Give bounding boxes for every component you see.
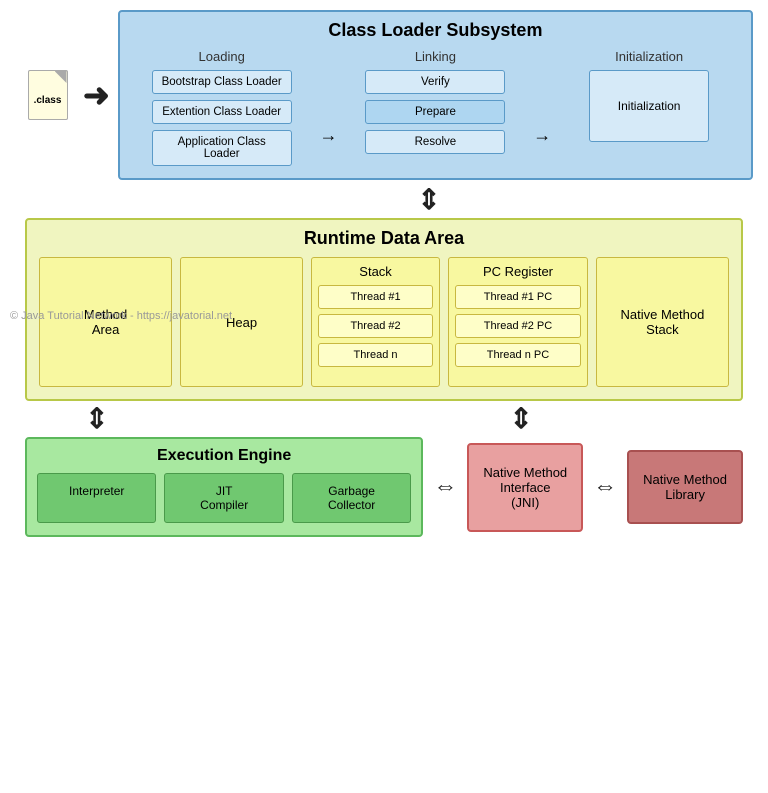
native-method-library: Native MethodLibrary bbox=[627, 450, 743, 524]
extention-class-loader: Extention Class Loader bbox=[152, 100, 292, 124]
classloader-title: Class Loader Subsystem bbox=[132, 20, 739, 41]
jit-compiler-box: JITCompiler bbox=[164, 473, 283, 523]
stack-thread-2: Thread #2 bbox=[318, 314, 433, 338]
stack-thread-n: Thread n bbox=[318, 343, 433, 367]
exec-to-jni-arrow: ⇔ bbox=[433, 473, 457, 501]
prepare-box: Prepare bbox=[365, 100, 505, 124]
loading-to-linking-arrow: → bbox=[320, 125, 338, 146]
garbage-collector-box: GarbageCollector bbox=[292, 473, 411, 523]
stack-section: Stack Thread #1 Thread #2 Thread n bbox=[311, 257, 440, 387]
class-file-label: .class bbox=[34, 95, 62, 106]
classloader-to-runtime-arrow: ⇕ bbox=[417, 186, 440, 214]
pc-thread-n: Thread n PC bbox=[455, 343, 581, 367]
jni-to-library-arrow: ⇔ bbox=[593, 473, 617, 501]
initialization-box: Initialization bbox=[589, 70, 709, 142]
arrow-to-classloader: ➜ bbox=[83, 76, 110, 114]
linking-to-init-arrow: → bbox=[533, 125, 551, 146]
native-interface-label: Native MethodInterface(JNI) bbox=[483, 465, 567, 510]
resolve-box: Resolve bbox=[365, 130, 505, 154]
stack-thread-1: Thread #1 bbox=[318, 285, 433, 309]
pc-register-section: PC Register Thread #1 PC Thread #2 PC Th… bbox=[448, 257, 588, 387]
native-method-stack-box: Native MethodStack bbox=[596, 257, 729, 387]
class-file-icon: .class bbox=[28, 70, 68, 120]
exec-engine-title: Execution Engine bbox=[37, 447, 411, 465]
method-area-box: MethodArea bbox=[39, 257, 172, 387]
verify-box: Verify bbox=[365, 70, 505, 94]
native-method-stack-label: Native MethodStack bbox=[621, 307, 705, 337]
interpreter-box: Interpreter bbox=[37, 473, 156, 523]
native-method-interface: Native MethodInterface(JNI) bbox=[467, 443, 583, 532]
runtime-to-native-arrow: ⇕ bbox=[509, 405, 532, 433]
watermark: © Java Tutorial Network - https://javato… bbox=[10, 310, 232, 322]
bootstrap-class-loader: Bootstrap Class Loader bbox=[152, 70, 292, 94]
native-library-label: Native MethodLibrary bbox=[643, 472, 727, 502]
runtime-title: Runtime Data Area bbox=[39, 228, 729, 249]
initialization-label: Initialization bbox=[615, 49, 683, 64]
pc-title: PC Register bbox=[455, 264, 581, 279]
loading-label: Loading bbox=[199, 49, 245, 64]
stack-title: Stack bbox=[318, 264, 433, 279]
linking-label: Linking bbox=[415, 49, 456, 64]
jvm-architecture-diagram: © Java Tutorial Network - https://javato… bbox=[0, 0, 768, 793]
runtime-to-exec-arrow: ⇕ bbox=[85, 405, 108, 433]
heap-box: Heap bbox=[180, 257, 303, 387]
execution-engine: Execution Engine Interpreter JITCompiler… bbox=[25, 437, 423, 537]
pc-thread-2: Thread #2 PC bbox=[455, 314, 581, 338]
application-class-loader: Application Class Loader bbox=[152, 130, 292, 166]
pc-thread-1: Thread #1 PC bbox=[455, 285, 581, 309]
